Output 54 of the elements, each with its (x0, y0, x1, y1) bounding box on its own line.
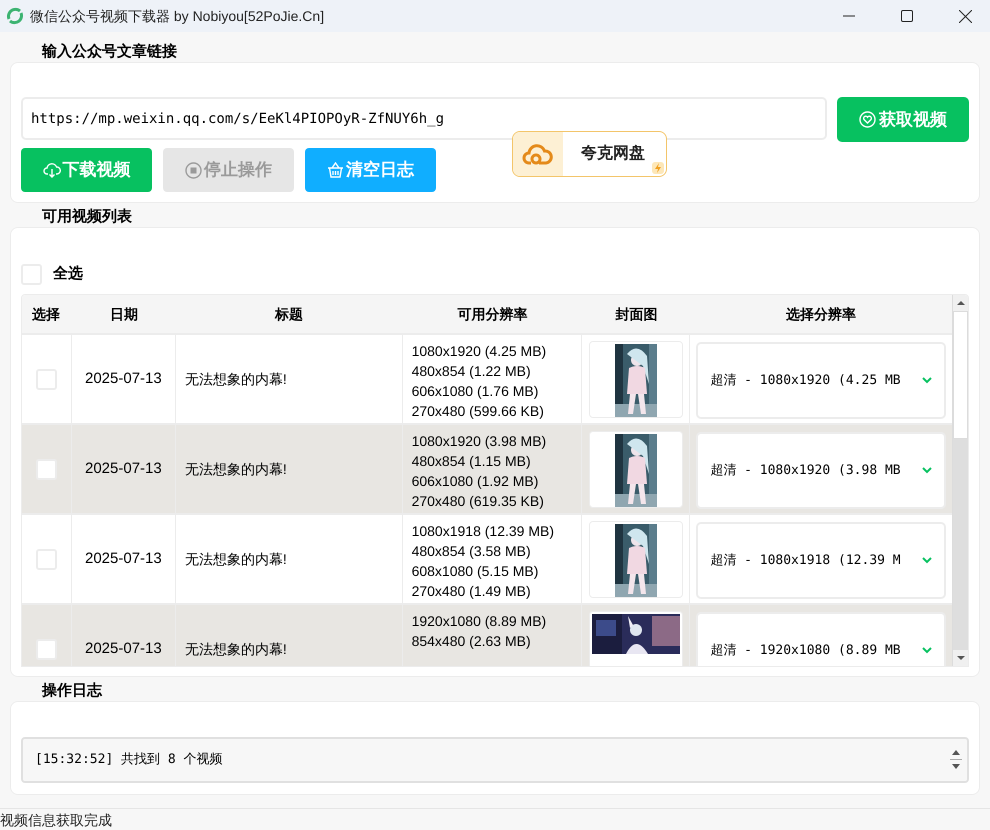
resolution-text: 270x480 (619.35 KB) (412, 492, 545, 511)
resolution-text: 480x854 (1.15 MB) (412, 452, 532, 471)
resolution-text: 1080x1918 (12.39 MB) (412, 522, 556, 541)
column-header: 标题 (274, 304, 304, 324)
title-cell-text: 无法想象的内幕! (184, 370, 287, 388)
maximize-icon[interactable] (901, 10, 913, 22)
title-cell-text: 无法想象的内幕! (184, 550, 287, 568)
title-cell-text: 无法想象的内幕! (184, 640, 287, 658)
title-cell-text: 无法想象的内幕! (184, 460, 287, 478)
resolution-text: 270x480 (599.66 KB) (412, 402, 545, 421)
chevron-down-icon (922, 557, 932, 564)
resolution-select[interactable]: 超清 - 1920x1080 (8.89 MB (696, 612, 946, 666)
cloud-download-icon (42, 162, 60, 178)
log-line: [15:32:52] 共找到 8 个视频 (35, 751, 224, 770)
date-cell-text: 2025-07-13 (85, 638, 162, 659)
row-checkbox[interactable] (36, 638, 57, 660)
resolution-text: 480x854 (3.58 MB) (412, 542, 532, 561)
date-cell-text: 2025-07-13 (85, 548, 162, 569)
resolution-text: 480x854 (1.22 MB) (412, 362, 532, 381)
resolution-select[interactable]: 超清 - 1080x1918 (12.39 M (696, 522, 946, 599)
cloud-icon (522, 143, 554, 165)
resolution-select[interactable]: 超清 - 1080x1920 (4.25 MB (696, 342, 946, 419)
resolution-text: 1080x1920 (3.98 MB) (412, 432, 548, 451)
resolution-select[interactable]: 超清 - 1080x1920 (3.98 MB (696, 432, 946, 509)
chevron-down-icon (922, 467, 932, 474)
chevron-down-icon (922, 377, 932, 384)
select-all-label: 全选 (53, 264, 83, 284)
date-cell-text: 2025-07-13 (85, 368, 162, 389)
status-text: 视频信息获取完成 (0, 811, 112, 830)
basket-icon (327, 162, 344, 178)
resolution-text: 270x480 (1.49 MB) (412, 582, 532, 601)
column-header: 选择分辨率 (785, 304, 858, 324)
scrollbar[interactable] (952, 295, 968, 666)
resolution-text: 1920x1080 (8.89 MB) (412, 612, 548, 631)
resolution-text: 1080x1920 (4.25 MB) (412, 342, 548, 361)
column-header: 封面图 (614, 304, 658, 324)
column-header: 可用分辨率 (456, 304, 528, 324)
app-logo-icon (6, 7, 24, 25)
close-icon[interactable] (959, 10, 972, 22)
stop-icon (185, 162, 202, 178)
resolution-text: 854x480 (2.63 MB) (412, 632, 532, 651)
lightning-icon (652, 162, 664, 174)
date-cell-text: 2025-07-13 (85, 458, 162, 479)
column-header: 日期 (108, 304, 139, 324)
resolution-text: 608x1080 (5.15 MB) (412, 562, 540, 581)
chevron-down-icon (922, 647, 932, 654)
resolution-text: 606x1080 (1.92 MB) (412, 472, 540, 491)
window-title: 微信公众号视频下载器 by Nobiyou[52PoJie.Cn] (30, 6, 324, 26)
ad-label: 夸克网盘 (581, 144, 645, 164)
url-field[interactable]: https://mp.weixin.qq.com/s/EeKl4PIOPOyR-ZfNUY6h_g (21, 97, 827, 140)
column-header: 选择 (31, 304, 61, 324)
resolution-text: 606x1080 (1.76 MB) (412, 382, 540, 401)
ad-badge[interactable]: 夸克网盘 (512, 131, 667, 177)
row-checkbox[interactable] (36, 458, 57, 480)
